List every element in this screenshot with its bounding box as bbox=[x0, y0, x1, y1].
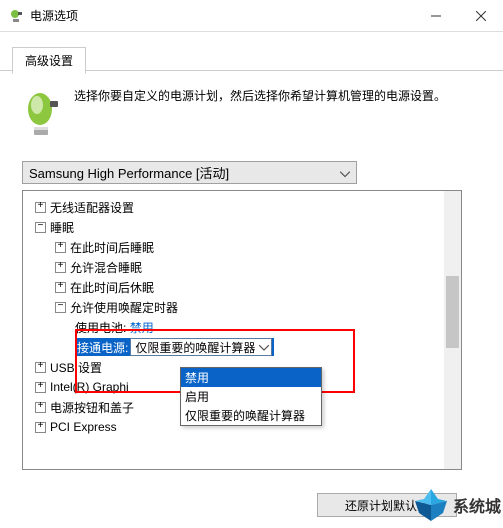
power-plan-select[interactable]: Samsung High Performance [活动] bbox=[22, 161, 357, 184]
tree-item-plugged-in[interactable]: 接通电源: 仅限重要的唤醒计算器 bbox=[29, 337, 461, 357]
dropdown-option-enable[interactable]: 启用 bbox=[181, 387, 321, 406]
wake-timer-dropdown-list: 禁用 启用 仅限重要的唤醒计算器 bbox=[180, 367, 322, 426]
close-button[interactable] bbox=[458, 1, 503, 31]
watermark: 系统城 bbox=[413, 487, 501, 523]
settings-tree: + 无线适配器设置 − 睡眠 + 在此时间后睡眠 + 允许混合睡眠 + 在此时间… bbox=[22, 190, 462, 470]
chevron-down-icon bbox=[340, 165, 350, 180]
expand-icon[interactable]: + bbox=[35, 422, 46, 433]
expand-icon[interactable]: + bbox=[35, 402, 46, 413]
tree-item-sleep-after[interactable]: + 在此时间后睡眠 bbox=[29, 237, 461, 257]
scrollbar-thumb[interactable] bbox=[446, 276, 459, 348]
watermark-logo-icon bbox=[413, 487, 449, 523]
collapse-icon[interactable]: − bbox=[55, 302, 66, 313]
intro-text: 选择你要自定义的电源计划，然后选择你希望计算机管理的电源设置。 bbox=[74, 87, 446, 137]
expand-icon[interactable]: + bbox=[55, 262, 66, 273]
tree-item-wake-timers[interactable]: − 允许使用唤醒定时器 bbox=[29, 297, 461, 317]
expand-icon[interactable]: + bbox=[35, 362, 46, 373]
expand-icon[interactable]: + bbox=[35, 202, 46, 213]
intro-row: 选择你要自定义的电源计划，然后选择你希望计算机管理的电源设置。 bbox=[22, 87, 481, 137]
minimize-button[interactable] bbox=[413, 1, 458, 31]
tab-advanced[interactable]: 高级设置 bbox=[12, 47, 86, 74]
tree-scrollbar[interactable] bbox=[444, 191, 461, 469]
tree-item-on-battery[interactable]: 使用电池: 禁用 bbox=[29, 317, 461, 337]
app-icon bbox=[8, 8, 24, 24]
dropdown-option-disable[interactable]: 禁用 bbox=[181, 368, 321, 387]
power-plan-value: Samsung High Performance [活动] bbox=[29, 163, 229, 182]
watermark-text: 系统城 bbox=[453, 493, 501, 517]
tree-item-sleep[interactable]: − 睡眠 bbox=[29, 217, 461, 237]
expand-icon[interactable]: + bbox=[35, 382, 46, 393]
dropdown-option-important-only[interactable]: 仅限重要的唤醒计算器 bbox=[181, 406, 321, 425]
tab-strip: 高级设置 bbox=[0, 46, 503, 71]
chevron-down-icon bbox=[259, 340, 269, 354]
title-bar: 电源选项 bbox=[0, 0, 503, 32]
collapse-icon[interactable]: − bbox=[35, 222, 46, 233]
tree-item-hibernate-after[interactable]: + 在此时间后休眠 bbox=[29, 277, 461, 297]
window-title: 电源选项 bbox=[30, 7, 413, 24]
battery-large-icon bbox=[22, 87, 62, 137]
tree-item-wireless[interactable]: + 无线适配器设置 bbox=[29, 197, 461, 217]
battery-value-link[interactable]: 禁用 bbox=[130, 319, 154, 336]
expand-icon[interactable]: + bbox=[55, 242, 66, 253]
plugged-in-dropdown[interactable]: 仅限重要的唤醒计算器 bbox=[130, 338, 272, 356]
expand-icon[interactable]: + bbox=[55, 282, 66, 293]
tree-item-hybrid-sleep[interactable]: + 允许混合睡眠 bbox=[29, 257, 461, 277]
